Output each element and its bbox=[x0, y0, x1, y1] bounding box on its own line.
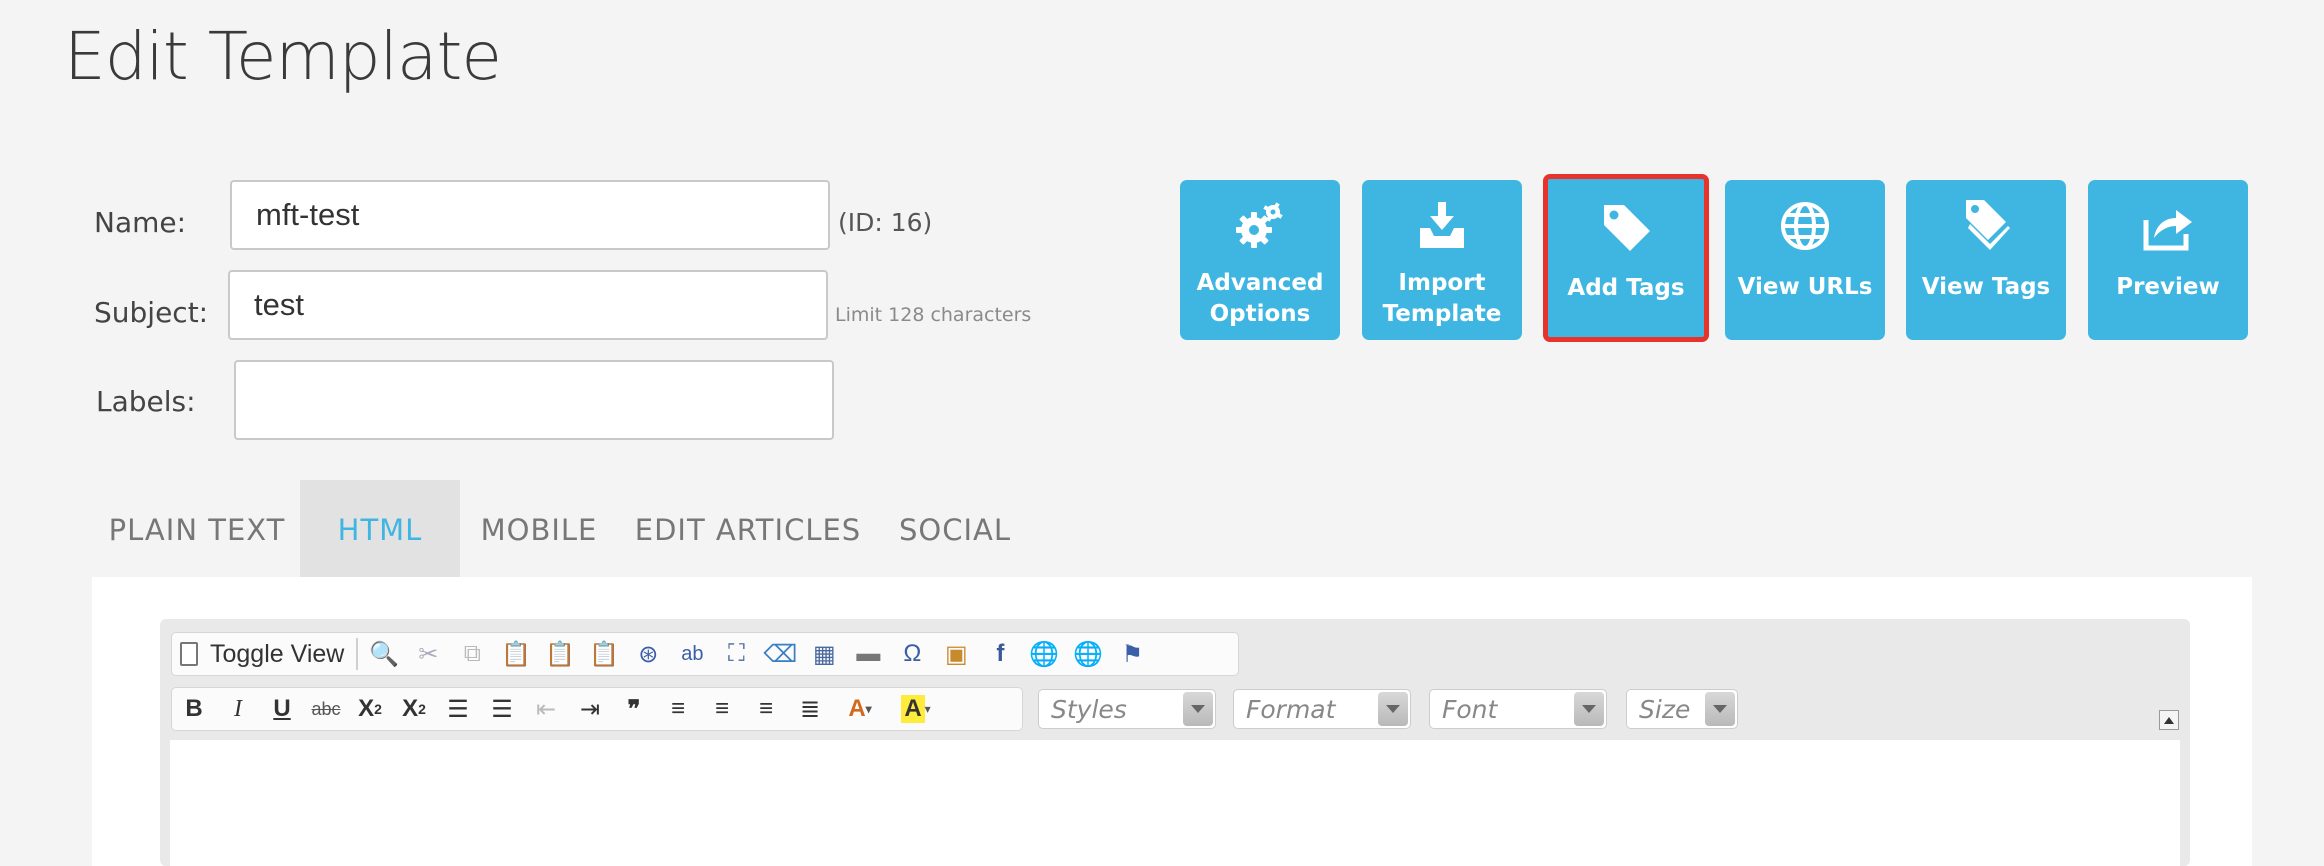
special-char-icon[interactable]: Ω bbox=[890, 633, 934, 675]
subject-input[interactable] bbox=[228, 270, 828, 340]
replace-icon[interactable]: ab bbox=[670, 633, 714, 675]
globe-icon bbox=[1777, 198, 1833, 254]
toolbar-separator bbox=[356, 638, 359, 670]
link-globe-icon[interactable]: 🌐 bbox=[1022, 633, 1066, 675]
download-tray-icon bbox=[1414, 198, 1470, 254]
select-all-icon[interactable]: ⛶ bbox=[714, 633, 758, 675]
indent-icon[interactable]: ⇥ bbox=[568, 688, 612, 730]
copy-icon[interactable]: ⧉ bbox=[450, 633, 494, 675]
import-template-button[interactable]: Import Template bbox=[1362, 180, 1522, 340]
anchor-flag-icon[interactable]: ⚑ bbox=[1110, 633, 1154, 675]
add-tags-label: Add Tags bbox=[1567, 275, 1685, 301]
tag-icon bbox=[1598, 199, 1654, 255]
find-icon[interactable]: ⊛ bbox=[626, 633, 670, 675]
import-template-label: Import Template bbox=[1382, 270, 1502, 327]
view-tags-button[interactable]: View Tags bbox=[1906, 180, 2066, 340]
tab-edit-articles[interactable]: EDIT ARTICLES bbox=[628, 480, 868, 580]
chevron-down-icon bbox=[1574, 692, 1604, 726]
chevron-down-icon bbox=[1183, 692, 1213, 726]
subject-label: Subject: bbox=[94, 296, 209, 329]
bold-icon[interactable]: B bbox=[172, 688, 216, 730]
text-color-icon[interactable]: A ▾ bbox=[832, 688, 888, 730]
editor-content-area[interactable] bbox=[170, 740, 2180, 866]
toolbar-row-1: Toggle View 🔍 ✂ ⧉ 📋 📋 📋 ⊛ ab ⛶ ⌫ ▦ ▬ Ω ▣… bbox=[171, 632, 1239, 676]
outdent-icon[interactable]: ⇤ bbox=[524, 688, 568, 730]
superscript-icon[interactable]: X2 bbox=[392, 688, 436, 730]
paste-text-icon[interactable]: 📋 bbox=[538, 633, 582, 675]
template-id: (ID: 16) bbox=[838, 208, 933, 237]
share-icon bbox=[2140, 198, 2196, 254]
name-input[interactable] bbox=[230, 180, 830, 250]
chevron-down-icon bbox=[1705, 692, 1735, 726]
numbered-list-icon[interactable]: ☰ bbox=[436, 688, 480, 730]
advanced-options-button[interactable]: Advanced Options bbox=[1180, 180, 1340, 340]
italic-icon[interactable]: I bbox=[216, 688, 260, 730]
tab-social[interactable]: SOCIAL bbox=[890, 480, 1020, 580]
align-left-icon[interactable]: ≡ bbox=[656, 688, 700, 730]
unlink-globe-icon[interactable]: 🌐 bbox=[1066, 633, 1110, 675]
paste-word-icon[interactable]: 📋 bbox=[582, 633, 626, 675]
preview-label: Preview bbox=[2116, 274, 2220, 300]
font-dropdown[interactable]: Font bbox=[1429, 689, 1607, 729]
strikethrough-icon[interactable]: abc bbox=[304, 688, 348, 730]
align-right-icon[interactable]: ≡ bbox=[744, 688, 788, 730]
horizontal-rule-icon[interactable]: ▬ bbox=[846, 633, 890, 675]
gears-icon bbox=[1232, 198, 1288, 254]
subject-hint: Limit 128 characters bbox=[835, 304, 1032, 326]
document-icon bbox=[180, 642, 198, 666]
preview-button[interactable]: Preview bbox=[2088, 180, 2248, 340]
justify-icon[interactable]: ≣ bbox=[788, 688, 832, 730]
chevron-down-icon bbox=[1378, 692, 1408, 726]
blockquote-icon[interactable]: ❞ bbox=[612, 688, 656, 730]
paste-icon[interactable]: 📋 bbox=[494, 633, 538, 675]
page-title: Edit Template bbox=[64, 18, 502, 95]
collapse-toolbar-button[interactable] bbox=[2159, 710, 2179, 730]
triangle-up-icon bbox=[2164, 716, 2174, 724]
advanced-options-label: Advanced Options bbox=[1196, 270, 1324, 327]
view-urls-label: View URLs bbox=[1737, 274, 1873, 300]
align-center-icon[interactable]: ≡ bbox=[700, 688, 744, 730]
toolbar-row-2: B I U abc X2 X2 ☰ ☰ ⇤ ⇥ ❞ ≡ ≡ ≡ ≣ A ▾ A ▾ bbox=[171, 687, 1023, 731]
add-tags-button[interactable]: Add Tags bbox=[1543, 174, 1709, 342]
bulleted-list-icon[interactable]: ☰ bbox=[480, 688, 524, 730]
name-label: Name: bbox=[94, 206, 187, 239]
styles-dropdown[interactable]: Styles bbox=[1038, 689, 1216, 729]
format-dropdown[interactable]: Format bbox=[1233, 689, 1411, 729]
size-dropdown[interactable]: Size bbox=[1626, 689, 1738, 729]
labels-input[interactable] bbox=[234, 360, 834, 440]
tab-html[interactable]: HTML bbox=[300, 480, 460, 580]
table-icon[interactable]: ▦ bbox=[802, 633, 846, 675]
cut-icon[interactable]: ✂ bbox=[406, 633, 450, 675]
tags-icon bbox=[1958, 198, 2014, 254]
toggle-view-button[interactable]: Toggle View bbox=[172, 632, 352, 676]
image-icon[interactable]: ▣ bbox=[934, 633, 978, 675]
background-color-icon[interactable]: A ▾ bbox=[888, 688, 944, 730]
preview-doc-icon[interactable]: 🔍 bbox=[362, 633, 406, 675]
tab-mobile[interactable]: MOBILE bbox=[474, 480, 604, 580]
view-tags-label: View Tags bbox=[1921, 274, 2051, 300]
facebook-icon[interactable]: f bbox=[978, 633, 1022, 675]
subscript-icon[interactable]: X2 bbox=[348, 688, 392, 730]
view-urls-button[interactable]: View URLs bbox=[1725, 180, 1885, 340]
underline-icon[interactable]: U bbox=[260, 688, 304, 730]
labels-label: Labels: bbox=[96, 385, 196, 418]
tab-plain-text[interactable]: PLAIN TEXT bbox=[106, 480, 288, 580]
remove-format-icon[interactable]: ⌫ bbox=[758, 633, 802, 675]
